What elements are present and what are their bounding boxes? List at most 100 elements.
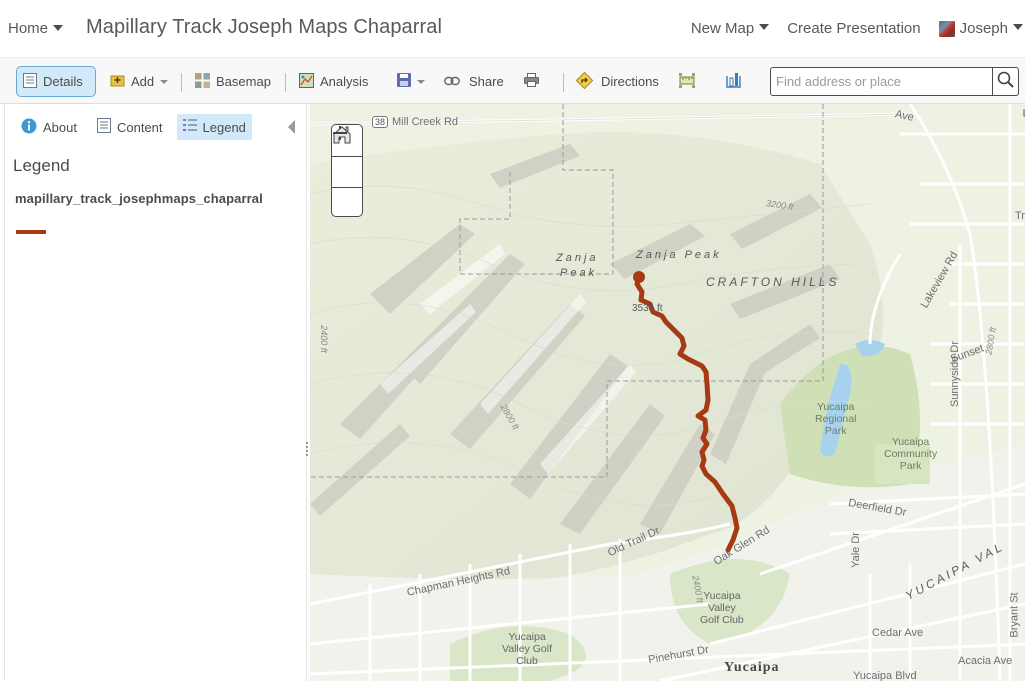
details-panel: About Content Legend Legend mapillary_tr… (4, 104, 307, 681)
map-label-yale: Yale Dr (849, 532, 862, 568)
summit-elevation-label: 3534 ft (632, 303, 663, 314)
track-start-point[interactable] (633, 271, 645, 283)
map-label-bryant: Bryant St (1008, 592, 1021, 638)
zoom-control (331, 124, 363, 217)
measure-button[interactable] (673, 66, 701, 97)
link-icon (444, 74, 460, 89)
new-map-menu[interactable]: New Map (690, 20, 770, 37)
search-icon (997, 71, 1014, 93)
avatar (938, 20, 955, 37)
map-label-golf-club-east: Yucaipa Valley Golf Club (700, 590, 744, 626)
toolbar-divider (563, 73, 564, 92)
map-view[interactable]: 38 Mill Creek Rd Ave Tr 3200 ft Zanja Pea… (310, 104, 1025, 681)
chevron-down-icon (417, 79, 425, 84)
mill-creek-text: Mill Creek Rd (392, 116, 459, 128)
measure-icon (679, 72, 695, 91)
printer-icon (524, 73, 539, 90)
toolbar: Details Add Basemap Analysis Share Direc… (0, 58, 1025, 104)
legend-icon (182, 118, 197, 136)
share-button[interactable]: Share (438, 66, 510, 97)
park-label-line: Community (884, 448, 938, 460)
home-label: Home (8, 20, 49, 37)
chevron-down-icon (1013, 24, 1023, 30)
golf-label-line: Yucaipa (508, 631, 546, 643)
details-icon (23, 72, 37, 91)
bookmark-icon (726, 72, 741, 91)
map-label-yucaipa-city: Yucaipa (724, 660, 780, 675)
directions-icon (575, 71, 594, 92)
panel-tabs: About Content Legend (15, 114, 260, 140)
panel-resize-handle[interactable] (305, 440, 309, 460)
directions-button[interactable]: Directions (570, 66, 665, 97)
create-presentation-link[interactable]: Create Presentation (787, 20, 920, 37)
map-label-cedar: Cedar Ave (872, 627, 924, 639)
map-label-community-park: Yucaipa Community Park (884, 436, 937, 472)
tab-about[interactable]: About (15, 114, 83, 140)
tab-legend[interactable]: Legend (176, 114, 252, 140)
toolbar-divider (285, 73, 286, 92)
search-button[interactable] (992, 68, 1018, 95)
golf-label-line: Yucaipa (703, 590, 741, 602)
tab-about-label: About (43, 119, 77, 135)
park-label-line: Yucaipa (891, 436, 930, 448)
print-button[interactable] (518, 66, 545, 97)
map-label-crafton-hills: CRAFTON HILLS (706, 275, 840, 289)
info-icon (21, 118, 37, 137)
analysis-label: Analysis (320, 74, 369, 89)
map-label-acacia: Acacia Ave (958, 655, 1013, 667)
park-label-line: Park (899, 460, 922, 472)
add-layer-icon (110, 73, 125, 90)
route-shield: 38 (372, 116, 389, 128)
add-label: Add (131, 74, 155, 89)
chevron-down-icon (160, 79, 169, 84)
legend-line-swatch (16, 230, 46, 234)
bookmarks-button[interactable] (720, 66, 747, 97)
golf-label-line: Valley Golf (502, 643, 552, 655)
map-label-zanja-peak-west-1: Zanja (556, 252, 599, 264)
contour-label-2400: 2400 ft (318, 325, 329, 353)
park-label-line: Regional (815, 413, 857, 425)
map-label-zanja-peak: Zanja Peak (636, 249, 722, 261)
chevron-down-icon (759, 24, 770, 30)
map-label-golf-club-west: Yucaipa Valley Golf Club (502, 631, 552, 667)
park-label-line: Park (824, 425, 847, 437)
content-list-icon (96, 118, 111, 136)
map-label-zanja-peak-west-2: Peak (560, 267, 598, 279)
park-label-line: Yucaipa (817, 401, 855, 413)
golf-label-line: Club (516, 655, 538, 667)
search-box (770, 67, 1019, 96)
legend-layer-name: mapillary_track_josephmaps_chaparral (15, 191, 263, 206)
map-label-mill-creek: 38 Mill Creek Rd (372, 116, 458, 128)
map-title: Mapillary Track Joseph Maps Chaparral (86, 16, 443, 38)
chevron-down-icon (53, 24, 64, 31)
basemap-button[interactable]: Basemap (189, 66, 277, 97)
top-header: Home Mapillary Track Joseph Maps Chaparr… (0, 0, 1025, 58)
zoom-out-button[interactable] (332, 132, 362, 218)
user-menu[interactable]: Joseph (938, 20, 1023, 37)
save-menu-button[interactable] (391, 66, 431, 97)
search-input[interactable] (771, 68, 993, 95)
save-icon (397, 73, 411, 90)
share-label: Share (469, 74, 504, 89)
home-menu[interactable]: Home (8, 20, 64, 37)
home-extent-button[interactable] (332, 126, 362, 187)
toolbar-divider (181, 73, 182, 92)
basemap-label: Basemap (216, 74, 271, 89)
legend-heading: Legend (13, 156, 70, 175)
map-label-regional-park: Yucaipa Regional Park (815, 401, 856, 437)
golf-label-line: Valley (707, 602, 736, 614)
details-button[interactable]: Details (16, 66, 96, 97)
collapse-panel-icon[interactable] (288, 120, 295, 134)
directions-label: Directions (601, 74, 659, 89)
details-label: Details (43, 74, 83, 89)
user-name: Joseph (959, 20, 1008, 37)
add-button[interactable]: Add (104, 66, 174, 97)
tab-content-label: Content (116, 119, 163, 135)
map-label-tr: Tr (1015, 210, 1025, 222)
analysis-button[interactable]: Analysis (293, 66, 374, 97)
analysis-icon (299, 72, 314, 91)
tab-legend-label: Legend (202, 119, 246, 135)
basemap-icon (195, 72, 210, 91)
tab-content[interactable]: Content (91, 114, 169, 140)
new-map-label: New Map (690, 20, 755, 37)
